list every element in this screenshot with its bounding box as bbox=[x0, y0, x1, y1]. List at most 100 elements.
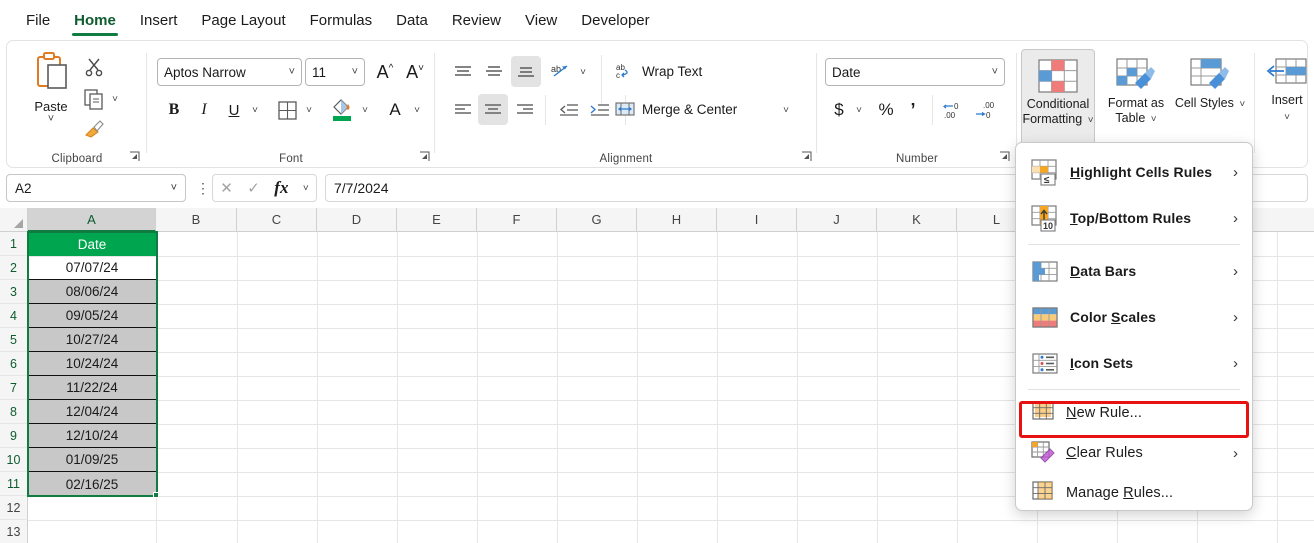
underline-dropdown-button[interactable]: ˅ bbox=[247, 96, 263, 124]
row-header-1[interactable]: 1 bbox=[0, 232, 28, 256]
row-header-6[interactable]: 6 bbox=[0, 352, 28, 376]
menu-item-icon-sets[interactable]: Icon Sets › bbox=[1016, 340, 1252, 386]
column-header-h[interactable]: H bbox=[637, 208, 717, 232]
currency-button[interactable]: $ bbox=[827, 96, 851, 124]
tab-page-layout[interactable]: Page Layout bbox=[189, 1, 297, 39]
fill-color-dropdown-button[interactable]: ˅ bbox=[357, 96, 373, 124]
increase-font-size-button[interactable]: A^ bbox=[371, 58, 399, 86]
align-center-button[interactable] bbox=[478, 94, 508, 125]
column-header-d[interactable]: D bbox=[317, 208, 397, 232]
cell-a8[interactable]: 12/04/24 bbox=[28, 400, 156, 424]
column-header-g[interactable]: G bbox=[557, 208, 637, 232]
align-right-button[interactable] bbox=[511, 96, 539, 124]
column-header-e[interactable]: E bbox=[397, 208, 477, 232]
cell-a6[interactable]: 10/24/24 bbox=[28, 352, 156, 376]
menu-item-color-scales[interactable]: Color Scales › bbox=[1016, 294, 1252, 340]
formula-bar-options[interactable]: ⋮ bbox=[196, 180, 210, 197]
tab-view[interactable]: View bbox=[513, 1, 569, 39]
chevron-down-icon[interactable]: ˅ bbox=[303, 183, 309, 194]
orientation-dropdown-button[interactable]: ˅ bbox=[575, 58, 591, 86]
decrease-indent-button[interactable] bbox=[555, 96, 583, 124]
font-dialog-launcher[interactable] bbox=[419, 151, 431, 163]
insert-cells-button[interactable]: Insert ˅ bbox=[1257, 49, 1314, 165]
insert-function-icon[interactable]: fx bbox=[274, 178, 288, 198]
decrease-font-size-button[interactable]: A˅ bbox=[401, 58, 429, 86]
percent-style-button[interactable]: % bbox=[873, 96, 899, 124]
font-name-combo[interactable]: Aptos Narrow ˅ bbox=[157, 58, 302, 86]
row-header-12[interactable]: 12 bbox=[0, 496, 28, 520]
column-header-j[interactable]: J bbox=[797, 208, 877, 232]
orientation-button[interactable]: ab bbox=[547, 58, 575, 86]
increase-decimal-button[interactable]: 0 .00 bbox=[941, 96, 971, 124]
row-header-8[interactable]: 8 bbox=[0, 400, 28, 424]
decrease-decimal-button[interactable]: .00 0 bbox=[973, 96, 1003, 124]
chevron-down-icon[interactable]: ˅ bbox=[48, 113, 54, 125]
alignment-dialog-launcher[interactable] bbox=[801, 151, 813, 163]
menu-item-top-bottom-rules[interactable]: 10 Top/Bottom Rules › bbox=[1016, 195, 1252, 241]
comma-style-button[interactable]: ’ bbox=[901, 96, 925, 124]
fill-color-button[interactable] bbox=[327, 93, 357, 125]
cell-a4[interactable]: 09/05/24 bbox=[28, 304, 156, 328]
wrap-text-button[interactable]: ab c Wrap Text bbox=[615, 57, 755, 85]
row-header-2[interactable]: 2 bbox=[0, 256, 28, 280]
cell-a11[interactable]: 02/16/25 bbox=[28, 472, 156, 496]
cut-button[interactable] bbox=[79, 53, 109, 81]
font-color-dropdown-button[interactable]: ˅ bbox=[409, 96, 425, 124]
chevron-down-icon[interactable]: ˅ bbox=[1284, 110, 1290, 125]
name-box[interactable]: A2 ˅ bbox=[6, 174, 186, 202]
row-header-5[interactable]: 5 bbox=[0, 328, 28, 352]
chevron-down-icon[interactable]: ˅ bbox=[1088, 115, 1094, 126]
tab-developer[interactable]: Developer bbox=[569, 1, 661, 39]
align-bottom-button[interactable] bbox=[511, 56, 541, 87]
enter-formula-icon[interactable]: ✓ bbox=[247, 179, 260, 197]
merge-center-dropdown-button[interactable]: ˅ bbox=[777, 96, 795, 124]
menu-item-data-bars[interactable]: Data Bars › bbox=[1016, 248, 1252, 294]
menu-item-new-rule[interactable]: New Rule... bbox=[1016, 393, 1252, 433]
menu-item-clear-rules[interactable]: Clear Rules › bbox=[1016, 433, 1252, 473]
font-color-button[interactable]: A bbox=[381, 96, 409, 124]
number-format-combo[interactable]: Date ˅ bbox=[825, 58, 1005, 86]
merge-center-button[interactable]: Merge & Center bbox=[615, 95, 770, 123]
bold-button[interactable]: B bbox=[161, 96, 187, 124]
copy-button[interactable] bbox=[79, 85, 109, 113]
row-header-13[interactable]: 13 bbox=[0, 520, 28, 543]
row-header-10[interactable]: 10 bbox=[0, 448, 28, 472]
tab-formulas[interactable]: Formulas bbox=[298, 1, 385, 39]
column-header-a[interactable]: A bbox=[28, 208, 156, 232]
chevron-down-icon[interactable]: ˅ bbox=[1151, 114, 1157, 125]
align-top-button[interactable] bbox=[449, 58, 477, 86]
align-middle-button[interactable] bbox=[480, 58, 508, 86]
column-header-i[interactable]: I bbox=[717, 208, 797, 232]
cell-a3[interactable]: 08/06/24 bbox=[28, 280, 156, 304]
row-header-4[interactable]: 4 bbox=[0, 304, 28, 328]
cell-a5[interactable]: 10/27/24 bbox=[28, 328, 156, 352]
format-painter-button[interactable] bbox=[79, 115, 109, 143]
chevron-down-icon[interactable]: ˅ bbox=[171, 182, 177, 194]
column-header-f[interactable]: F bbox=[477, 208, 557, 232]
paste-button[interactable]: Paste ˅ bbox=[23, 51, 79, 161]
column-header-b[interactable]: B bbox=[156, 208, 237, 232]
tab-review[interactable]: Review bbox=[440, 1, 513, 39]
row-header-3[interactable]: 3 bbox=[0, 280, 28, 304]
cell-a7[interactable]: 11/22/24 bbox=[28, 376, 156, 400]
select-all-button[interactable] bbox=[0, 208, 28, 232]
copy-dropdown-button[interactable]: ˅ bbox=[107, 85, 123, 113]
align-left-button[interactable] bbox=[449, 96, 477, 124]
borders-dropdown-button[interactable]: ˅ bbox=[301, 96, 317, 124]
currency-dropdown-button[interactable]: ˅ bbox=[851, 96, 867, 124]
underline-button[interactable]: U bbox=[221, 96, 247, 124]
number-dialog-launcher[interactable] bbox=[999, 151, 1011, 163]
chevron-down-icon[interactable]: ˅ bbox=[1239, 99, 1245, 110]
row-header-11[interactable]: 11 bbox=[0, 472, 28, 496]
fill-handle[interactable] bbox=[153, 492, 159, 498]
column-header-k[interactable]: K bbox=[877, 208, 957, 232]
font-size-combo[interactable]: 11 ˅ bbox=[305, 58, 365, 86]
tab-insert[interactable]: Insert bbox=[128, 1, 190, 39]
cell-a1[interactable]: Date bbox=[28, 232, 156, 256]
tab-home[interactable]: Home bbox=[62, 1, 128, 39]
tab-file[interactable]: File bbox=[14, 1, 62, 39]
row-header-9[interactable]: 9 bbox=[0, 424, 28, 448]
cell-a10[interactable]: 01/09/25 bbox=[28, 448, 156, 472]
italic-button[interactable]: I bbox=[191, 96, 217, 124]
column-header-c[interactable]: C bbox=[237, 208, 317, 232]
